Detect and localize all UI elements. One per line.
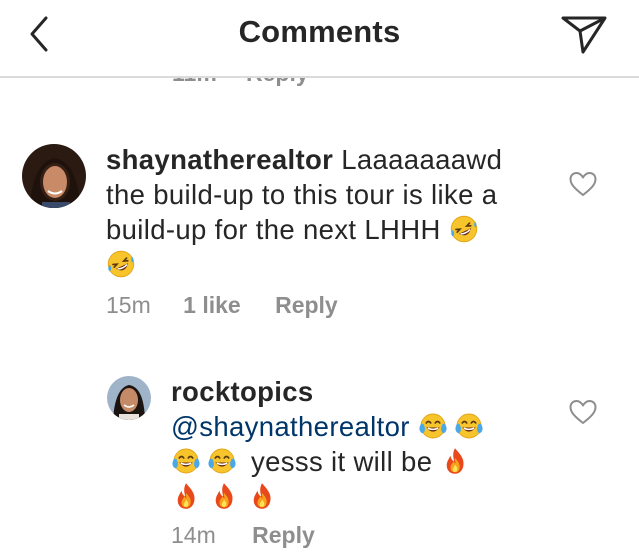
comment-text: shaynatherealtor Laaaaaaawd the build-up…	[106, 142, 502, 282]
page-title: Comments	[238, 14, 401, 49]
fire-emoji-icon	[209, 481, 239, 511]
reply-meta: 14m Reply	[171, 522, 315, 549]
comment-line-3: build-up for the next LHHH	[106, 214, 441, 245]
joy-emoji-icon	[454, 411, 484, 441]
header-bar: Comments	[0, 0, 639, 77]
mention-link[interactable]: @shaynatherealtor	[171, 411, 410, 442]
fire-emoji-icon	[171, 481, 201, 511]
joy-emoji-icon	[171, 446, 201, 476]
avatar[interactable]	[22, 144, 86, 208]
reply-text: rocktopics @shaynatherealtor yesss it wi…	[171, 374, 484, 514]
comment-likes[interactable]: 1 like	[183, 292, 241, 319]
avatar[interactable]	[107, 376, 151, 420]
comment-meta: 15m 1 like Reply	[106, 292, 338, 319]
comment-time: 15m	[106, 292, 151, 318]
fire-emoji-icon	[247, 481, 277, 511]
rofl-emoji-icon	[449, 214, 479, 244]
reply-button[interactable]: Reply	[275, 292, 338, 319]
paper-plane-icon[interactable]	[560, 12, 608, 54]
comment-username[interactable]: rocktopics	[171, 374, 484, 409]
fire-emoji-icon	[440, 446, 470, 476]
comment-line-1: Laaaaaaawd	[341, 144, 503, 175]
heart-icon[interactable]	[568, 170, 598, 198]
avatar-photo	[22, 144, 86, 208]
joy-emoji-icon	[207, 446, 237, 476]
reply-button[interactable]: Reply	[252, 522, 315, 549]
heart-icon[interactable]	[568, 398, 598, 426]
joy-emoji-icon	[418, 411, 448, 441]
comment-username[interactable]: shaynatherealtor	[106, 144, 333, 175]
comment-time: 14m	[171, 522, 216, 548]
avatar-photo	[107, 376, 151, 420]
rofl-emoji-icon	[106, 249, 136, 279]
reply-message: yesss it will be	[251, 446, 433, 477]
comment-line-2: the build-up to this tour is like a	[106, 179, 498, 210]
